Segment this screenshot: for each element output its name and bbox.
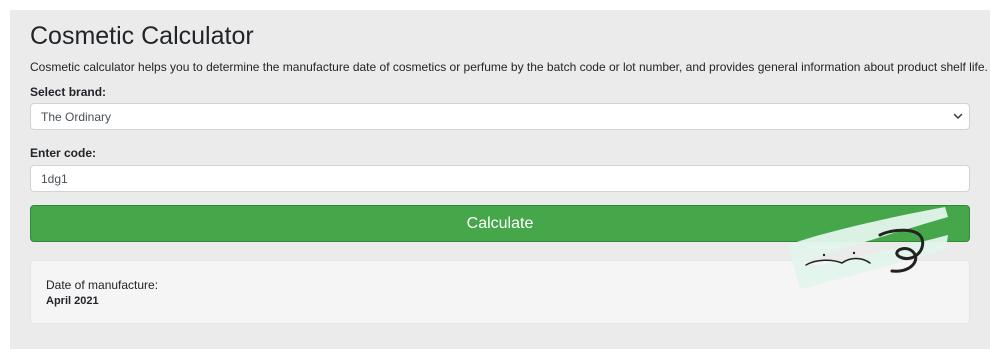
- page-title: Cosmetic Calculator: [30, 22, 254, 50]
- logo-watermark: [788, 207, 948, 289]
- brand-select-value: The Ordinary: [41, 110, 112, 124]
- chevron-down-icon: [953, 113, 963, 119]
- code-label: Enter code:: [30, 146, 97, 160]
- page-description: Cosmetic calculator helps you to determi…: [30, 60, 988, 74]
- code-input[interactable]: 1dg1: [30, 165, 970, 192]
- code-input-value: 1dg1: [41, 172, 68, 186]
- result-label: Date of manufacture:: [46, 278, 159, 292]
- brand-select[interactable]: The Ordinary: [30, 103, 970, 130]
- brand-label: Select brand:: [30, 85, 107, 99]
- result-value: April 2021: [46, 295, 99, 307]
